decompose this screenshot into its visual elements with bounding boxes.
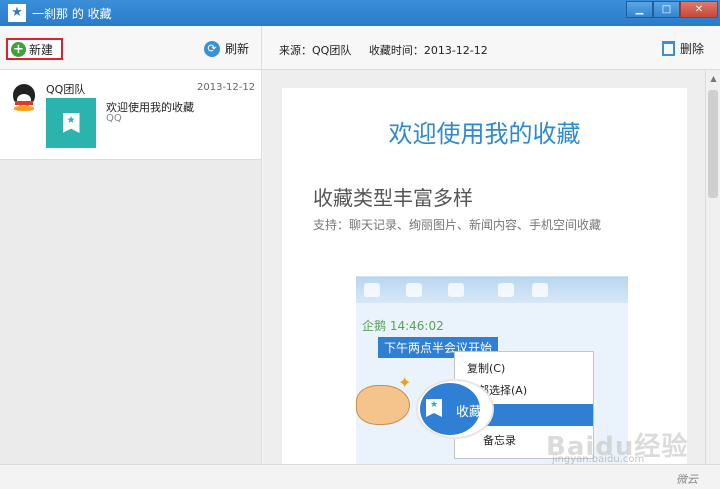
menu-item-memo: 备忘录 (483, 434, 516, 447)
item-sender: QQ团队 (46, 83, 86, 96)
detail-subheading: 收藏类型丰富多样 (313, 186, 473, 210)
item-date: 2013-12-12 (197, 82, 256, 93)
status-bar: 微云 (0, 464, 720, 489)
window-title: 一刹那 的 收藏 (32, 7, 112, 21)
title-bar[interactable]: ★ 一刹那 的 收藏 ▁ □ ✕ (0, 0, 720, 26)
favorites-list: QQ团队 2013-12-12 ★ 欢迎使用我的收藏 QQ (0, 70, 262, 464)
new-button[interactable]: + 新建 (6, 38, 63, 60)
delete-button[interactable]: 删除 (662, 40, 704, 57)
detail-description: 支持：聊天记录、绚丽图片、新闻内容、手机空间收藏 (313, 218, 602, 232)
detail-pane: 欢迎使用我的收藏 收藏类型丰富多样 支持：聊天记录、绚丽图片、新闻内容、手机空间… (263, 70, 720, 464)
item-subtitle: QQ (106, 113, 122, 124)
plus-icon: + (11, 41, 26, 57)
bookmark-star-icon: ★ (62, 113, 80, 133)
detail-heading: 欢迎使用我的收藏 (388, 120, 581, 148)
list-toolbar: + 新建 ⟳ 刷新 (0, 26, 262, 69)
item-meta: 来源：QQ团队 收藏时间：2013-12-12 (279, 42, 502, 58)
refresh-icon: ⟳ (204, 40, 220, 57)
toolbar: + 新建 ⟳ 刷新 来源：QQ团队 收藏时间：2013-12-12 删除 (0, 26, 720, 70)
trash-icon (662, 41, 675, 56)
source-label: 来源：QQ团队 (279, 44, 352, 57)
delete-button-label: 删除 (680, 42, 705, 56)
list-item[interactable]: QQ团队 2013-12-12 ★ 欢迎使用我的收藏 QQ (0, 70, 261, 160)
close-button[interactable]: ✕ (680, 1, 718, 18)
collect-time-label: 收藏时间：2013-12-12 (368, 44, 488, 57)
detail-scrollbar[interactable]: ▲ (705, 70, 720, 464)
menu-item-copy: 复制(C) (467, 362, 506, 375)
detail-document: 欢迎使用我的收藏 收藏类型丰富多样 支持：聊天记录、绚丽图片、新闻内容、手机空间… (282, 88, 687, 464)
illustration-chat-toolbar (356, 277, 628, 303)
scroll-thumb[interactable] (708, 90, 718, 198)
minimize-button[interactable]: ▁ (626, 1, 653, 18)
qq-penguin-avatar (11, 84, 37, 112)
refresh-button-label: 刷新 (225, 42, 250, 56)
weiyun-label[interactable]: 微云 (676, 471, 698, 487)
illustration-sender-time: 企鹅 14:46:02 (362, 319, 444, 333)
favorites-star-icon: ★ (8, 4, 26, 22)
maximize-button[interactable]: □ (653, 1, 680, 18)
sparkle-icon: ✦ (398, 373, 412, 392)
illustration-collect-label: 收藏 (456, 405, 483, 420)
item-thumbnail: ★ (46, 98, 96, 148)
favorites-window: ★ 一刹那 的 收藏 ▁ □ ✕ + 新建 ⟳ 刷新 来源：QQ团队 收藏时间：… (0, 0, 720, 489)
new-button-label: 新建 (29, 42, 54, 57)
scroll-up-arrow-icon[interactable]: ▲ (709, 74, 718, 83)
refresh-button[interactable]: ⟳ 刷新 (204, 40, 249, 57)
